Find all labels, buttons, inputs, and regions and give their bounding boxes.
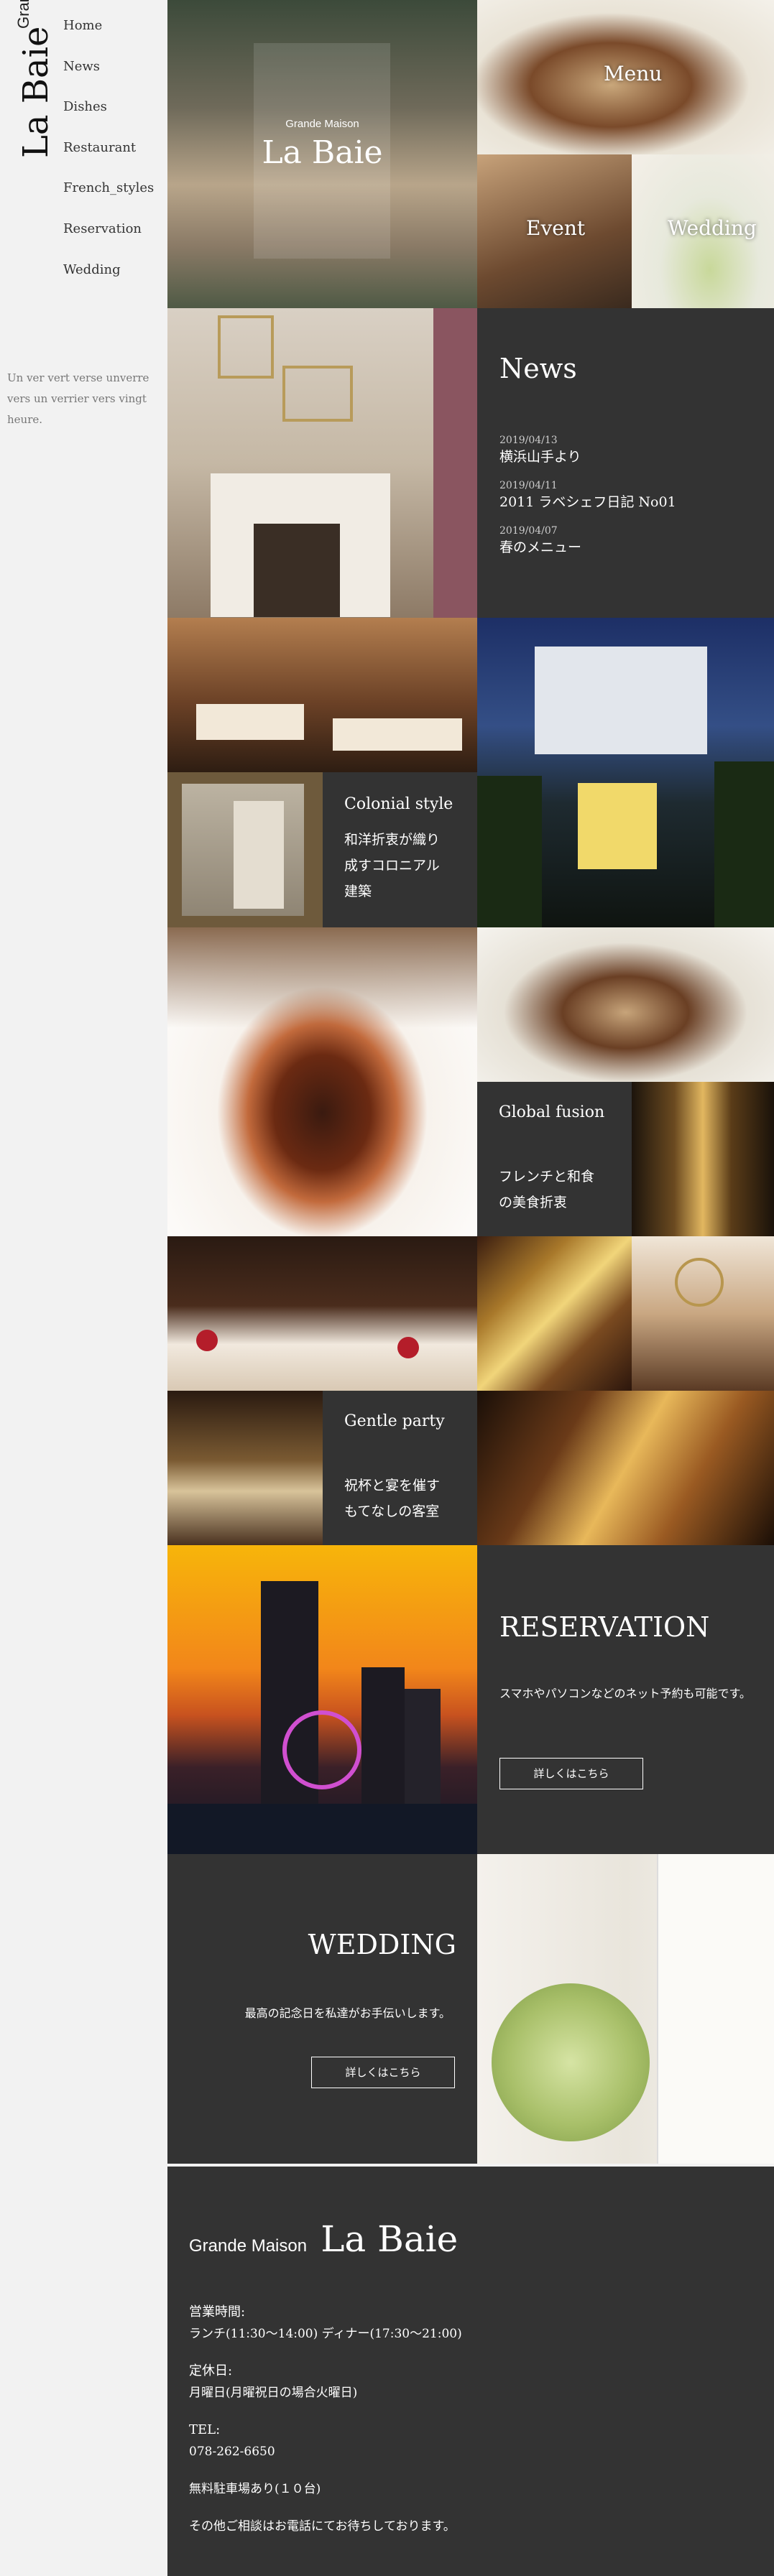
brand-vertical: La Baie [16, 27, 56, 158]
footer: Grande Maison La Baie 営業時間: ランチ(11:30〜14… [167, 2167, 774, 2576]
brand-prefix: Grande Maison [14, 0, 32, 29]
wedding-tile[interactable]: Wedding [632, 154, 774, 308]
hours-value: ランチ(11:30〜14:00) ディナー(17:30〜21:00) [189, 2327, 462, 2341]
reservation-text: スマホやパソコンなどのネット予約も可能です。 [499, 1687, 751, 1700]
news-date: 2019/04/07 [499, 525, 558, 537]
colonial-text: 和洋折衷が織り成すコロニアル建築 [344, 832, 441, 899]
vintage-photo-image [167, 772, 323, 927]
city-skyline-image [167, 1545, 477, 1854]
wedding-panel: WEDDING 最高の記念日を私達がお手伝いします。 詳しくはこちら [167, 1854, 477, 2164]
wedding-text: 最高の記念日を私達がお手伝いします。 [244, 2006, 451, 2020]
toast-image [477, 1391, 774, 1545]
hero-image: Grande Maison La Baie [167, 0, 477, 308]
consult-text: その他ご相談はお電話にてお待ちしております。 [189, 2519, 456, 2534]
fusion-text: フレンチと和食の美食折衷 [499, 1169, 595, 1210]
nav-reservation[interactable]: Reservation [63, 218, 154, 259]
reservation-heading: RESERVATION [499, 1611, 710, 1643]
private-room-image [632, 1236, 774, 1391]
brand-name: La Baie [16, 26, 56, 158]
wedding-label: Wedding [668, 216, 757, 240]
news-date: 2019/04/11 [499, 480, 558, 491]
nav-news[interactable]: News [63, 55, 154, 96]
bride-bouquet-image [477, 1854, 774, 2164]
event-tile[interactable]: Event [477, 154, 632, 308]
dish-steak-image [167, 927, 477, 1236]
parking-text: 無料駐車場あり(１０台) [189, 2482, 321, 2496]
cake-image [477, 1236, 632, 1391]
party-heading: Gentle party [344, 1412, 445, 1430]
nav-dishes[interactable]: Dishes [63, 96, 154, 136]
colonial-heading: Colonial style [344, 795, 453, 813]
closed-value: 月曜日(月曜祝日の場合火曜日) [189, 2386, 358, 2400]
party-panel: Gentle party 祝杯と宴を催すもてなしの客室 [323, 1391, 477, 1545]
news-date: 2019/04/13 [499, 435, 558, 446]
menu-tile[interactable]: Menu [477, 0, 774, 154]
event-label: Event [526, 216, 586, 240]
hero-prefix: Grande Maison [285, 118, 359, 130]
news-link[interactable]: 2011 ラベシェフ日記 No01 [499, 491, 676, 511]
news-panel: News 2019/04/13 横浜山手より 2019/04/11 2011 ラ… [477, 308, 774, 618]
wine-glasses-image [632, 1082, 774, 1236]
nav-wedding[interactable]: Wedding [63, 259, 154, 300]
reservation-panel: RESERVATION スマホやパソコンなどのネット予約も可能です。 詳しくはこ… [477, 1545, 774, 1854]
tel-value[interactable]: 078-262-6650 [189, 2445, 275, 2459]
fusion-heading: Global fusion [499, 1103, 605, 1121]
building-exterior-image [477, 618, 774, 927]
hours-label: 営業時間: [189, 2304, 246, 2320]
interior-image [167, 308, 477, 618]
champagne-bucket-image [167, 1391, 323, 1545]
news-link[interactable]: 横浜山手より [499, 446, 676, 465]
dining-room-image [167, 618, 477, 772]
news-link[interactable]: 春のメニュー [499, 537, 676, 556]
footer-logo-name: La Baie [321, 2218, 459, 2260]
closed-label: 定休日: [189, 2363, 233, 2378]
fusion-panel: Global fusion フレンチと和食の美食折衷 [477, 1082, 632, 1236]
nav-french-styles[interactable]: French_styles [63, 177, 154, 218]
hero-title: La Baie [262, 134, 383, 171]
footer-logo-prefix: Grande Maison [189, 2236, 308, 2256]
footer-logo: Grande Maison La Baie [189, 2218, 458, 2260]
reservation-details-button[interactable]: 詳しくはこちら [499, 1758, 643, 1789]
dish-plate-image [477, 927, 774, 1082]
news-heading: News [499, 353, 577, 384]
colonial-panel: Colonial style 和洋折衷が織り成すコロニアル建築 [323, 772, 477, 927]
wedding-heading: WEDDING [308, 1929, 456, 1960]
menu-label: Menu [604, 62, 663, 85]
party-text: 祝杯と宴を催すもてなしの客室 [344, 1478, 441, 1519]
sidebar: Grande Maison La Baie Home News Dishes R… [0, 0, 167, 2576]
main-nav: Home News Dishes Restaurant French_style… [63, 14, 154, 299]
tel-label: TEL: [189, 2422, 221, 2437]
nav-home[interactable]: Home [63, 14, 154, 55]
table-setting-image [167, 1236, 477, 1391]
nav-restaurant[interactable]: Restaurant [63, 136, 154, 177]
wedding-details-button[interactable]: 詳しくはこちら [311, 2057, 455, 2088]
tagline: Un ver vert verse unverre vers un verrie… [7, 371, 149, 426]
